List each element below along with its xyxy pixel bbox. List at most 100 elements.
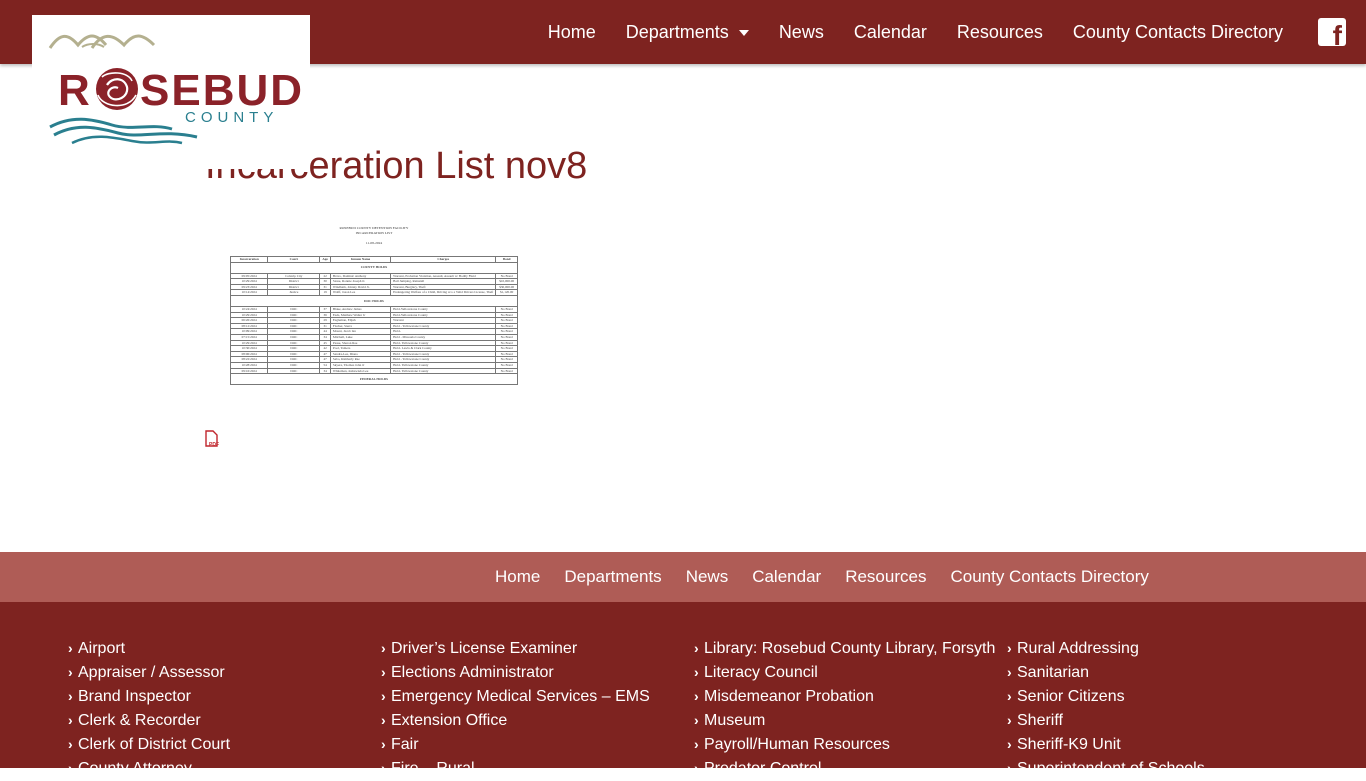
footer-link-label: Misdemeanor Probation	[704, 688, 874, 705]
footer-link[interactable]: › Clerk & Recorder	[68, 708, 230, 732]
footer-nav-home[interactable]: Home	[495, 567, 540, 587]
nav-home[interactable]: Home	[548, 22, 596, 43]
wave-line-2	[53, 125, 198, 139]
footer-link[interactable]: › Misdemeanor Probation	[694, 684, 995, 708]
chevron-right-icon: ›	[694, 664, 699, 680]
footer-link[interactable]: › Appraiser / Assessor	[68, 660, 230, 684]
footer-link-label: Superintendent of Schools	[1017, 760, 1205, 777]
svg-text:PDF: PDF	[209, 442, 219, 448]
chevron-right-icon: ›	[381, 760, 386, 776]
chevron-right-icon: ›	[68, 736, 73, 752]
footer-link[interactable]: › Museum	[694, 708, 995, 732]
nav-calendar[interactable]: Calendar	[854, 22, 927, 43]
footer-link-label: Library: Rosebud County Library, Forsyth	[704, 640, 996, 657]
wave-line-1	[49, 117, 173, 131]
footer-link[interactable]: › County Attorney	[68, 756, 230, 780]
footer-departments: › Airport › Appraiser / Assessor › Brand Insp…	[0, 602, 1366, 777]
footer-link[interactable]: › Extension Office	[381, 708, 650, 732]
chevron-right-icon: ›	[1007, 640, 1012, 656]
chevron-right-icon: ›	[381, 688, 386, 704]
chevron-right-icon: ›	[1007, 736, 1012, 752]
footer-nav-county-contacts-directory[interactable]: County Contacts Directory	[950, 567, 1148, 587]
footer-link-label: Literacy Council	[704, 664, 818, 681]
footer-link[interactable]: › Rural Addressing	[1007, 636, 1205, 660]
logo-subtitle: COUNTY	[185, 109, 278, 126]
chevron-right-icon: ›	[1007, 688, 1012, 704]
chevron-right-icon: ›	[381, 712, 386, 728]
logo-r: R	[58, 66, 92, 115]
footer-link[interactable]: › Clerk of District Court	[68, 732, 230, 756]
footer-link[interactable]: › Library: Rosebud County Library, Forsyt…	[694, 636, 995, 660]
footer-link[interactable]: › Senior Citizens	[1007, 684, 1205, 708]
nav-departments[interactable]: Departments	[626, 22, 749, 43]
logo-wordmark: SEBUD	[140, 66, 304, 115]
nav-departments-label: Departments	[625, 21, 729, 42]
chevron-right-icon: ›	[68, 760, 73, 776]
chevron-right-icon: ›	[1007, 760, 1012, 776]
footer-link-label: Senior Citizens	[1017, 688, 1125, 705]
footer-link[interactable]: › Predator Control	[694, 756, 995, 780]
footer-link[interactable]: › Brand Inspector	[68, 684, 230, 708]
footer-link-label: Emergency Medical Services – EMS	[391, 688, 650, 705]
chevron-right-icon: ›	[694, 640, 699, 656]
footer-link-label: Extension Office	[391, 712, 508, 729]
footer-link-label: Rural Addressing	[1017, 640, 1139, 657]
footer-col-3: › Library: Rosebud County Library, Forsyt…	[694, 636, 995, 780]
chevron-right-icon: ›	[694, 688, 699, 704]
chevron-right-icon: ›	[694, 712, 699, 728]
pdf-download-icon[interactable]: PDF	[204, 430, 222, 448]
pdf-file-icon: PDF	[205, 430, 219, 448]
facebook-icon[interactable]: f	[1318, 18, 1346, 46]
footer-link-label: Sheriff	[1017, 712, 1063, 729]
incarceration-table: Incarceration Court Age Inmate Name Char…	[229, 256, 518, 386]
footer-link[interactable]: › Fire – Rural	[381, 756, 650, 780]
footer-link-label: Driver’s License Examiner	[391, 640, 578, 657]
footer-link[interactable]: › Fair	[381, 732, 650, 756]
footer-link[interactable]: › Elections Administrator	[381, 660, 650, 684]
site-logo[interactable]: R SEBUD COUNTY	[32, 15, 310, 169]
nav-news[interactable]: News	[779, 22, 824, 43]
document-preview[interactable]: ROSEBUD COUNTY DETENTION FACILITY INCARC…	[228, 224, 520, 394]
wave-line-3	[71, 135, 183, 145]
footer-col-2: › Driver’s License Examiner › Elections Adm…	[381, 636, 650, 780]
chevron-right-icon: ›	[68, 664, 73, 680]
footer-link[interactable]: › Sheriff	[1007, 708, 1205, 732]
footer-col-4: › Rural Addressing › Sanitarian › Senior Citi…	[1007, 636, 1205, 780]
doc-date: 11-08-2024	[365, 241, 383, 245]
footer-link-label: Fire – Rural	[391, 760, 475, 777]
footer-nav-calendar[interactable]: Calendar	[752, 567, 821, 587]
footer-link-label: Elections Administrator	[391, 664, 554, 681]
footer-link-label: Airport	[78, 640, 126, 657]
chevron-right-icon: ›	[68, 688, 73, 704]
table-section-row: DOC HOLDS	[230, 294, 518, 307]
footer-link[interactable]: › Literacy Council	[694, 660, 995, 684]
footer-nav-bar: Home Departments News Calendar Resources…	[0, 552, 1366, 602]
footer-link[interactable]: › Superintendent of Schools	[1007, 756, 1205, 780]
footer-link[interactable]: › Emergency Medical Services – EMS	[381, 684, 650, 708]
footer-link-label: Museum	[704, 712, 766, 729]
footer-nav-departments[interactable]: Departments	[564, 567, 661, 587]
footer-nav-news[interactable]: News	[686, 567, 729, 587]
footer-link-label: Fair	[391, 736, 419, 753]
footer-link[interactable]: › Driver’s License Examiner	[381, 636, 650, 660]
caret-down-icon[interactable]	[738, 30, 749, 36]
chevron-right-icon: ›	[1007, 712, 1012, 728]
footer-link[interactable]: › Sanitarian	[1007, 660, 1205, 684]
chevron-right-icon: ›	[381, 640, 386, 656]
chevron-right-icon: ›	[68, 712, 73, 728]
footer-link-label: Predator Control	[704, 760, 822, 777]
footer-col-1: › Airport › Appraiser / Assessor › Brand Insp…	[68, 636, 230, 780]
footer-link-label: Payroll/Human Resources	[704, 736, 890, 753]
footer-link[interactable]: › Sheriff-K9 Unit	[1007, 732, 1205, 756]
footer-link-label: Sheriff-K9 Unit	[1017, 736, 1121, 753]
footer-nav-resources[interactable]: Resources	[845, 567, 926, 587]
footer-link[interactable]: › Payroll/Human Resources	[694, 732, 995, 756]
footer-link-label: County Attorney	[78, 760, 192, 777]
footer-link[interactable]: › Airport	[68, 636, 230, 660]
nav-resources[interactable]: Resources	[957, 22, 1043, 43]
main-nav: Home Departments News Calendar Resources…	[548, 0, 1366, 64]
nav-county-contacts-directory[interactable]: County Contacts Directory	[1073, 22, 1283, 43]
chevron-right-icon: ›	[68, 640, 73, 656]
section-title: DOC HOLDS	[230, 294, 518, 307]
section-title: FEDERAL HOLDS	[230, 373, 518, 386]
